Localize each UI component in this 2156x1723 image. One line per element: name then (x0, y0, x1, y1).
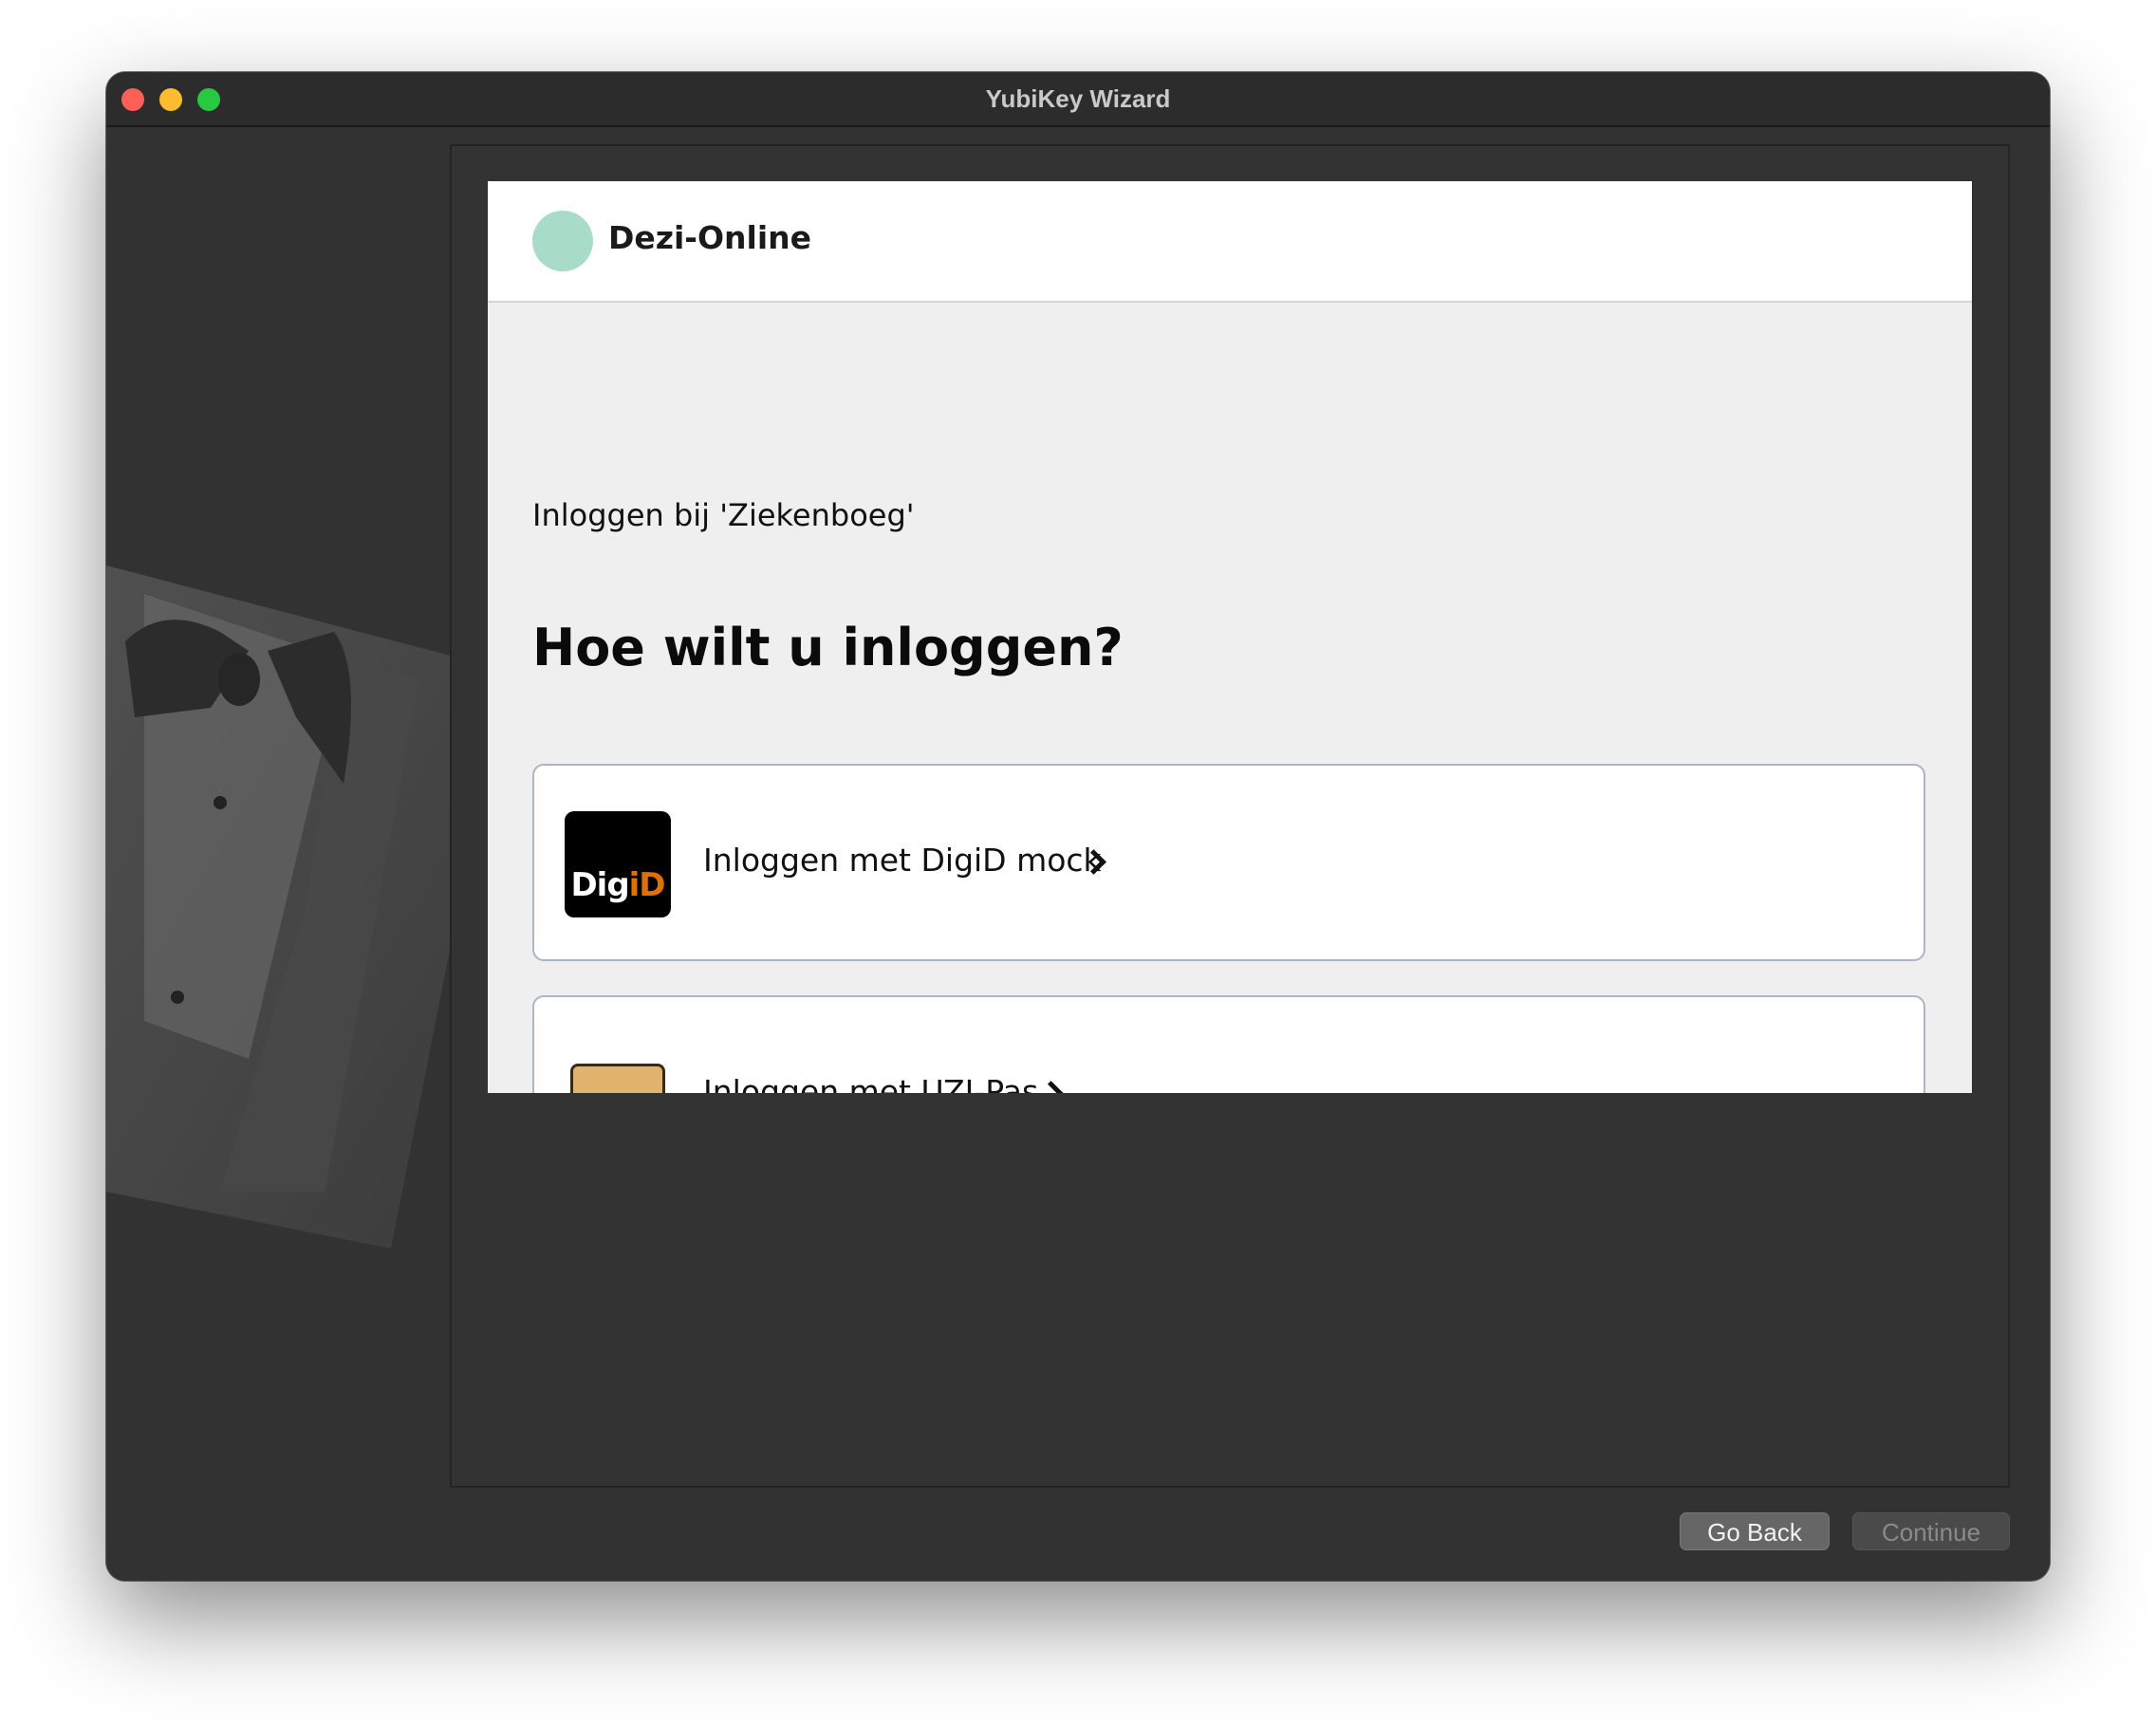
digid-login-option[interactable]: DigiD Inloggen met DigiD mock (532, 764, 1925, 961)
tuxedo-illustration (106, 565, 505, 1249)
continue-button[interactable]: Continue (1852, 1512, 2010, 1550)
digid-logo-text-main: Dig (570, 866, 629, 904)
login-subtitle: Inloggen bij 'Ziekenboeg' (532, 497, 915, 533)
site-brand: Dezi-Online (608, 219, 812, 256)
app-window: YubiKey Wizard Dezi-Online Inloggen bij … (106, 72, 2050, 1581)
digid-option-label: Inloggen met DigiD mock (703, 842, 1102, 879)
page-heading: Hoe wilt u inloggen? (532, 618, 1124, 677)
digid-logo-text: DigiD (565, 866, 671, 904)
digid-logo: DigiD (565, 811, 671, 917)
window-title: YubiKey Wizard (985, 84, 1171, 113)
web-view[interactable]: Dezi-Online Inloggen bij 'Ziekenboeg' Ho… (488, 181, 1972, 1093)
title-bar[interactable]: YubiKey Wizard (106, 72, 2050, 127)
uzi-option-label: Inloggen met UZI-Pas (703, 1073, 1039, 1093)
digid-logo-text-accent: iD (628, 866, 666, 904)
site-logo (532, 211, 593, 271)
chevron-right-icon (1038, 1081, 1064, 1093)
uzi-login-option[interactable]: Inloggen met UZI-Pas (532, 995, 1925, 1093)
go-back-button[interactable]: Go Back (1680, 1512, 1830, 1550)
site-header: Dezi-Online (488, 181, 1972, 303)
smartcard-icon (570, 1064, 665, 1093)
